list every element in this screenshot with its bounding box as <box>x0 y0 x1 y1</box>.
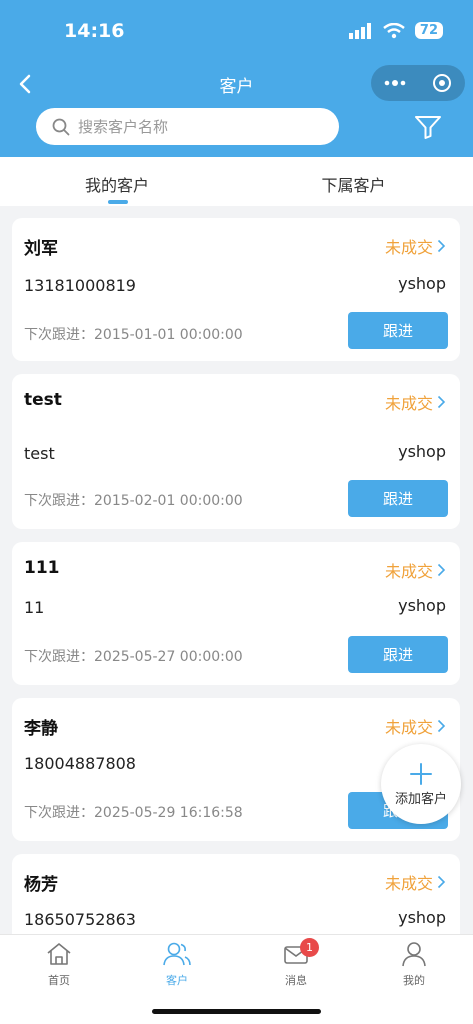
deal-status-link[interactable]: 未成交 <box>385 234 446 258</box>
chevron-right-icon <box>437 719 446 733</box>
close-capsule-button[interactable] <box>418 65 465 101</box>
customer-name: 杨芳 <box>24 875 58 895</box>
tabbar-item-messages[interactable]: 1 消息 <box>256 938 336 988</box>
profile-icon <box>402 942 426 967</box>
customer-phone: 18004887808 <box>24 754 136 773</box>
next-follow-time: 2025-05-27 00:00:00 <box>94 649 243 665</box>
customer-card[interactable]: test 未成交 test yshop 下次跟进：2015-02-01 00:0… <box>12 374 460 529</box>
filter-icon[interactable] <box>414 114 442 140</box>
customer-phone: test <box>24 444 55 463</box>
customers-icon <box>163 942 191 966</box>
deal-status: 未成交 <box>384 394 433 413</box>
tab-active-indicator <box>108 200 128 204</box>
deal-status-link[interactable]: 未成交 <box>385 870 446 894</box>
chevron-right-icon <box>437 563 446 577</box>
customer-name: 111 <box>24 558 60 578</box>
tab-label: 下属客户 <box>321 176 386 195</box>
customer-card[interactable]: 刘军 未成交 13181000819 yshop 下次跟进：2015-01-01… <box>12 218 460 361</box>
next-follow-label: 下次跟进： <box>24 327 94 343</box>
chevron-right-icon <box>437 875 446 889</box>
customer-name: test <box>24 390 62 410</box>
next-follow-time: 2015-01-01 00:00:00 <box>94 327 243 343</box>
unread-badge: 1 <box>300 938 319 957</box>
chevron-right-icon <box>437 395 446 409</box>
customer-name: 刘军 <box>24 239 58 259</box>
customer-card[interactable]: 111 未成交 11 yshop 下次跟进：2025-05-27 00:00:0… <box>12 542 460 685</box>
next-follow-time: 2025-05-29 16:16:58 <box>94 805 243 821</box>
app-header: 14:16 72 客户 <box>0 0 473 157</box>
deal-status: 未成交 <box>384 562 433 581</box>
more-button[interactable] <box>371 65 418 101</box>
next-follow-up: 下次跟进：2015-02-01 00:00:00 <box>24 490 243 510</box>
add-customer-button[interactable]: 添加客户 <box>381 744 461 824</box>
customer-list[interactable]: 刘军 未成交 13181000819 yshop 下次跟进：2015-01-01… <box>0 206 473 934</box>
tabbar-label: 客户 <box>166 974 188 987</box>
customer-name: 李静 <box>24 719 58 739</box>
customer-card[interactable]: 杨芳 未成交 18650752863 yshop <box>12 854 460 934</box>
search-icon <box>52 118 70 135</box>
next-follow-label: 下次跟进： <box>24 649 94 665</box>
next-follow-up: 下次跟进：2025-05-27 00:00:00 <box>24 646 243 666</box>
status-icons: 72 <box>348 22 443 39</box>
battery-indicator: 72 <box>414 22 443 39</box>
deal-status: 未成交 <box>384 718 433 737</box>
status-time: 14:16 <box>64 20 125 42</box>
wifi-icon <box>383 22 405 38</box>
deal-status: 未成交 <box>384 238 433 257</box>
next-follow-time: 2015-02-01 00:00:00 <box>94 493 243 509</box>
customer-tabs: 我的客户 下属客户 <box>0 157 473 206</box>
home-icon <box>47 943 71 965</box>
search-input[interactable] <box>78 117 308 136</box>
search-bar[interactable] <box>36 108 339 145</box>
tab-label: 我的客户 <box>85 176 150 195</box>
tab-subordinate-customers[interactable]: 下属客户 <box>237 157 473 206</box>
deal-status-link[interactable]: 未成交 <box>385 714 446 738</box>
follow-up-button[interactable]: 跟进 <box>348 636 448 673</box>
next-follow-label: 下次跟进： <box>24 805 94 821</box>
mini-program-capsule <box>371 65 465 101</box>
tabbar-item-customers[interactable]: 客户 <box>137 941 217 988</box>
tabbar-item-profile[interactable]: 我的 <box>374 941 454 988</box>
customer-shop: yshop <box>398 442 446 461</box>
next-follow-up: 下次跟进：2015-01-01 00:00:00 <box>24 324 243 344</box>
customer-shop: yshop <box>398 908 446 927</box>
customer-phone: 18650752863 <box>24 910 136 929</box>
customer-phone: 11 <box>24 598 45 617</box>
deal-status-link[interactable]: 未成交 <box>385 390 446 414</box>
next-follow-up: 下次跟进：2025-05-29 16:16:58 <box>24 802 243 822</box>
customer-shop: yshop <box>398 274 446 293</box>
more-dots-icon <box>384 80 405 86</box>
deal-status: 未成交 <box>384 874 433 893</box>
tabbar-item-home[interactable]: 首页 <box>19 941 99 988</box>
chevron-right-icon <box>437 239 446 253</box>
target-icon <box>432 74 451 92</box>
tabbar-label: 首页 <box>48 974 70 987</box>
tabbar-label: 我的 <box>403 974 425 987</box>
customer-phone: 13181000819 <box>24 276 136 295</box>
tabbar-label: 消息 <box>285 974 307 987</box>
plus-icon <box>410 762 432 785</box>
follow-up-button[interactable]: 跟进 <box>348 480 448 517</box>
next-follow-label: 下次跟进： <box>24 493 94 509</box>
home-indicator <box>152 1009 321 1014</box>
signal-icon <box>348 22 371 39</box>
tab-my-customers[interactable]: 我的客户 <box>0 157 237 206</box>
customer-shop: yshop <box>398 596 446 615</box>
add-customer-label: 添加客户 <box>394 791 447 807</box>
deal-status-link[interactable]: 未成交 <box>385 558 446 582</box>
follow-up-button[interactable]: 跟进 <box>348 312 448 349</box>
